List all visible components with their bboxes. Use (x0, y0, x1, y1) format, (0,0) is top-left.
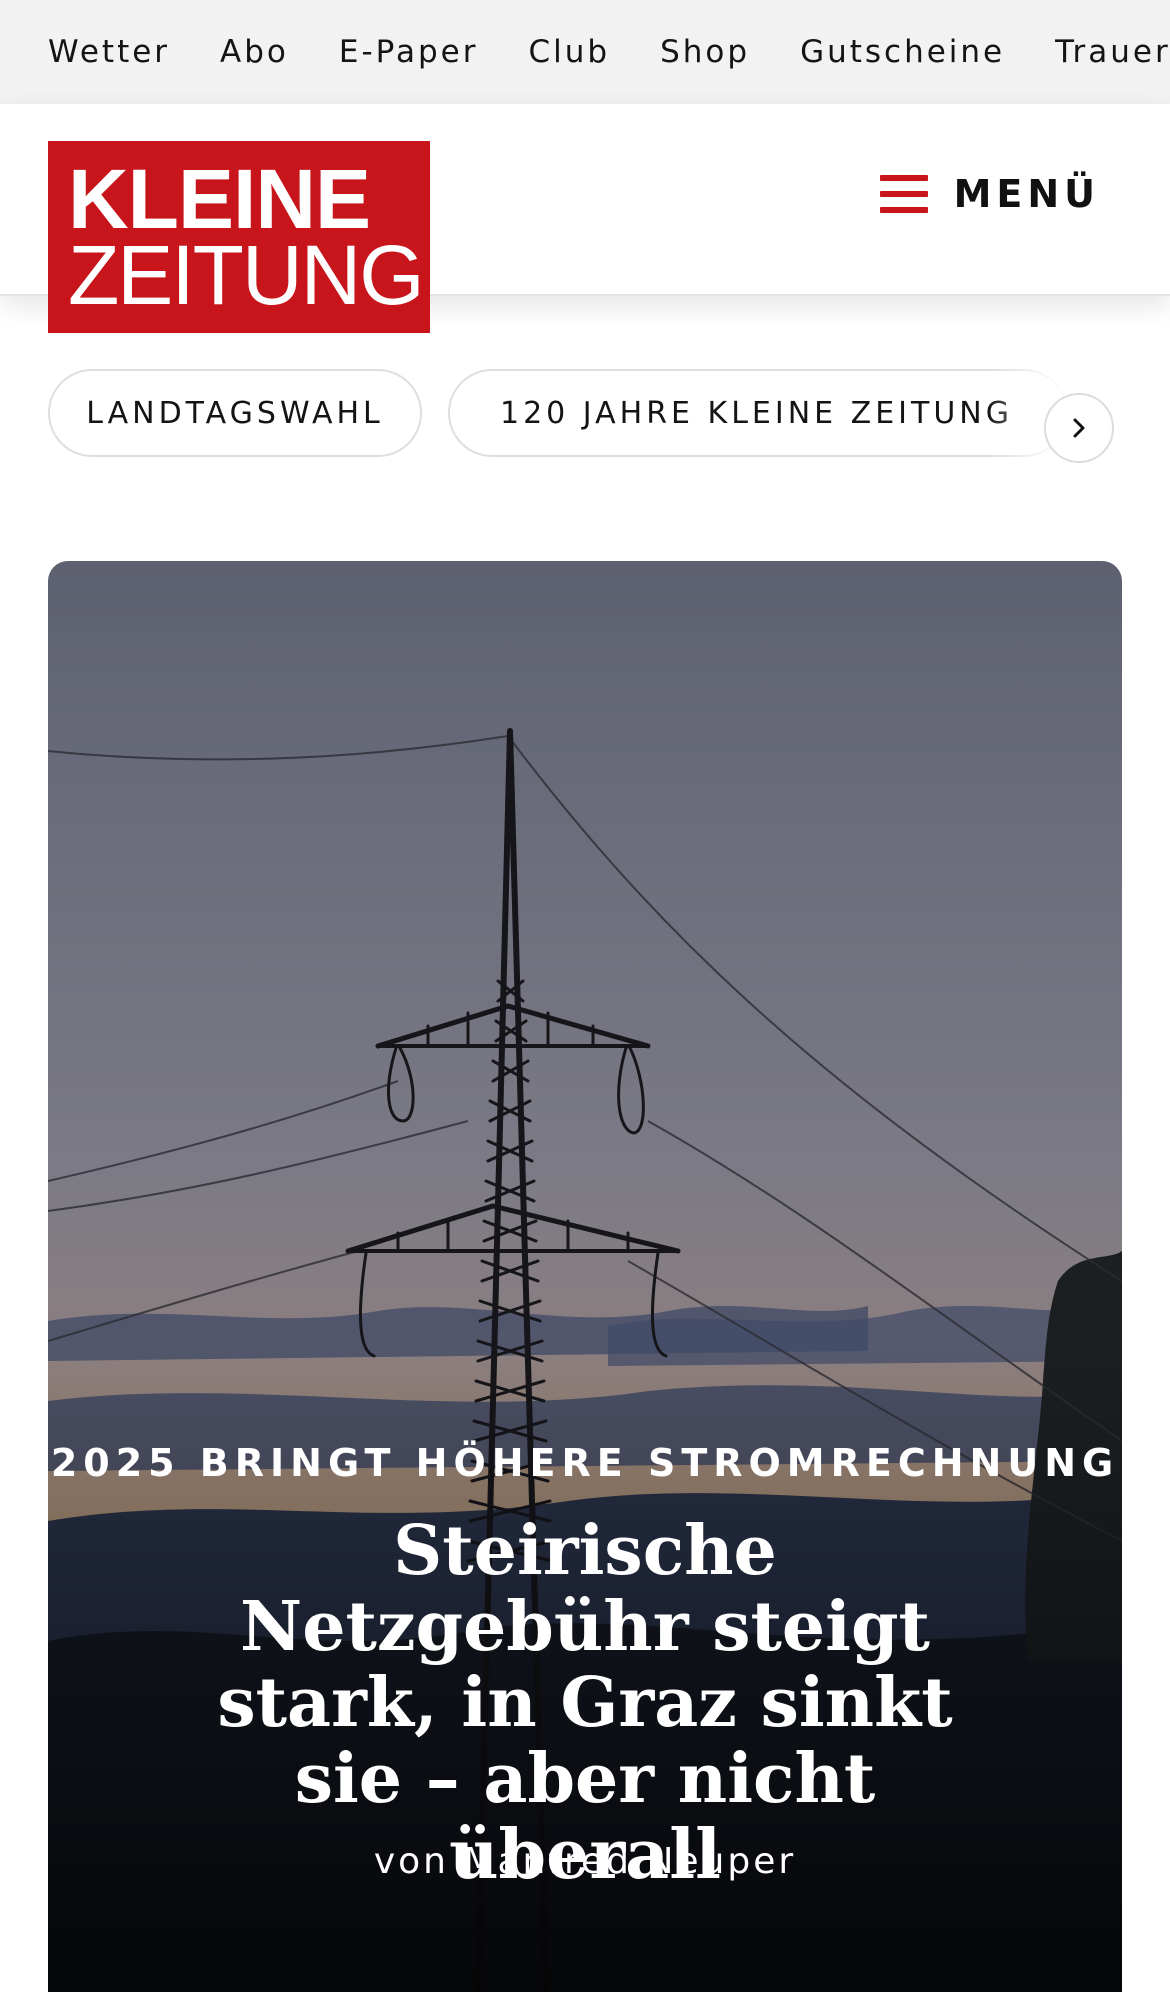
menu-button[interactable]: MENÜ (879, 164, 1100, 224)
logo-text-zeitung: ZEITUNG (68, 228, 425, 322)
top-navigation-bar: Wetter Abo E-Paper Club Shop Gutscheine … (0, 0, 1170, 104)
nav-link-wetter[interactable]: Wetter (48, 34, 170, 70)
nav-link-gutscheine[interactable]: Gutscheine (800, 34, 1005, 70)
hero-kicker: 2025 BRINGT HÖHERE STROMRECHNUNG (50, 1441, 1120, 1485)
logo-text-kleine: KLEINE (68, 152, 371, 246)
menu-label: MENÜ (953, 172, 1100, 216)
hero-author: von Manfred Neuper (373, 1841, 797, 1882)
hero-headline[interactable]: Steirische Netzgebühr steigt stark, in G… (48, 1513, 1122, 1893)
nav-link-club[interactable]: Club (528, 34, 610, 70)
topic-pill-landtagswahl[interactable]: LANDTAGSWAHL (48, 369, 422, 457)
nav-link-abo[interactable]: Abo (220, 34, 289, 70)
hero-article-card[interactable]: 2025 BRINGT HÖHERE STROMRECHNUNG Steiris… (48, 561, 1122, 1992)
site-logo[interactable]: KLEINE ZEITUNG (48, 141, 430, 333)
chevron-right-icon (1073, 418, 1085, 438)
topics-next-button[interactable] (1044, 393, 1114, 463)
nav-link-epaper[interactable]: E-Paper (339, 34, 479, 70)
nav-link-trauerportal[interactable]: Trauerp (1055, 34, 1170, 70)
top-nav-links: Wetter Abo E-Paper Club Shop Gutscheine … (48, 0, 1170, 104)
topic-pill-120-jahre[interactable]: 120 JAHRE KLEINE ZEITUNG (448, 369, 1068, 457)
hamburger-icon (879, 175, 928, 213)
topic-pills-row: LANDTAGSWAHL 120 JAHRE KLEINE ZEITUNG (48, 369, 1120, 461)
nav-link-shop[interactable]: Shop (660, 34, 750, 70)
